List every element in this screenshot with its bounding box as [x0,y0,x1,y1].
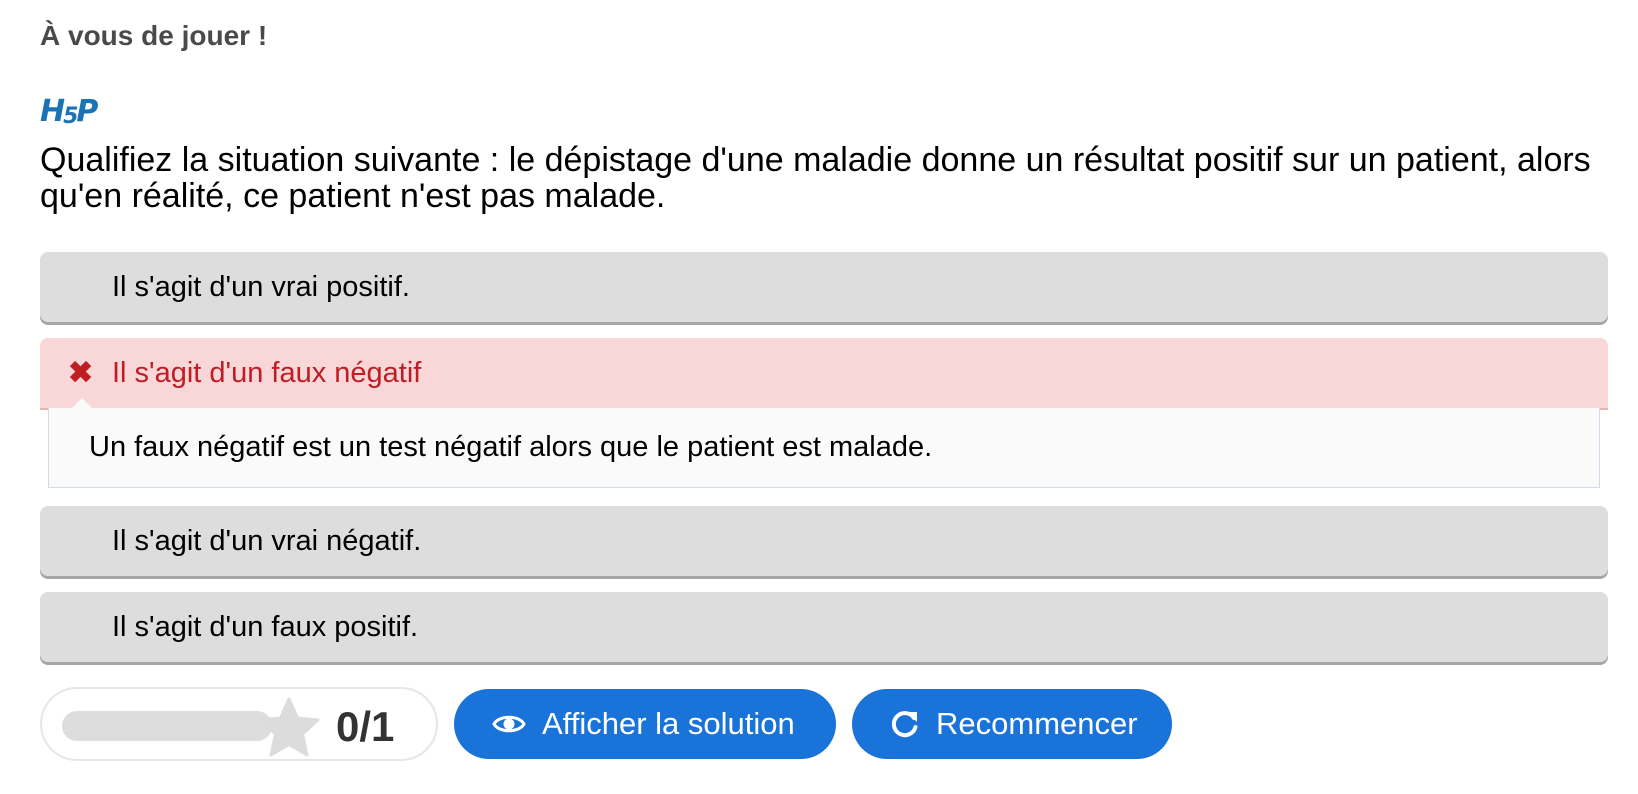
show-solution-label: Afficher la solution [542,706,795,741]
eye-icon [492,712,526,736]
answer-feedback: Un faux négatif est un test négatif alor… [48,398,1600,488]
answer-option[interactable]: Il s'agit d'un faux positif. [40,592,1608,662]
score-indicator: 0/1 [40,687,438,761]
answer-option[interactable]: Il s'agit d'un vrai positif. [40,252,1608,322]
answer-label: Il s'agit d'un faux négatif [112,356,422,389]
section-heading: À vous de jouer ! [40,20,268,51]
retry-label: Recommencer [936,706,1138,741]
footer-bar: 0/1 Afficher la solution Recommencer [40,686,1172,762]
answer-option[interactable]: Il s'agit d'un vrai négatif. [40,506,1608,576]
answer-label: Il s'agit d'un vrai négatif. [112,524,422,557]
h5p-logo: H5P [40,94,98,130]
question-text: Qualifiez la situation suivante : le dép… [40,141,1591,215]
logo-letter-p: P [76,94,98,129]
score-progress-bar [62,711,272,741]
answer-label: Il s'agit d'un faux positif. [112,610,419,643]
cross-icon: ✖ [68,356,94,390]
logo-letter-5: 5 [63,104,78,129]
answer-option-wrong[interactable]: ✖ Il s'agit d'un faux négatif [40,338,1608,408]
feedback-text: Un faux négatif est un test négatif alor… [89,431,933,463]
star-icon [258,697,320,757]
logo-letter-h: H [40,94,65,129]
score-text: 0/1 [336,703,395,750]
show-solution-button[interactable]: Afficher la solution [454,689,836,759]
answer-list: Il s'agit d'un vrai positif. ✖ Il s'agit… [40,252,1608,678]
retry-icon [890,709,920,739]
answer-label: Il s'agit d'un vrai positif. [112,270,410,303]
retry-button[interactable]: Recommencer [852,689,1172,759]
